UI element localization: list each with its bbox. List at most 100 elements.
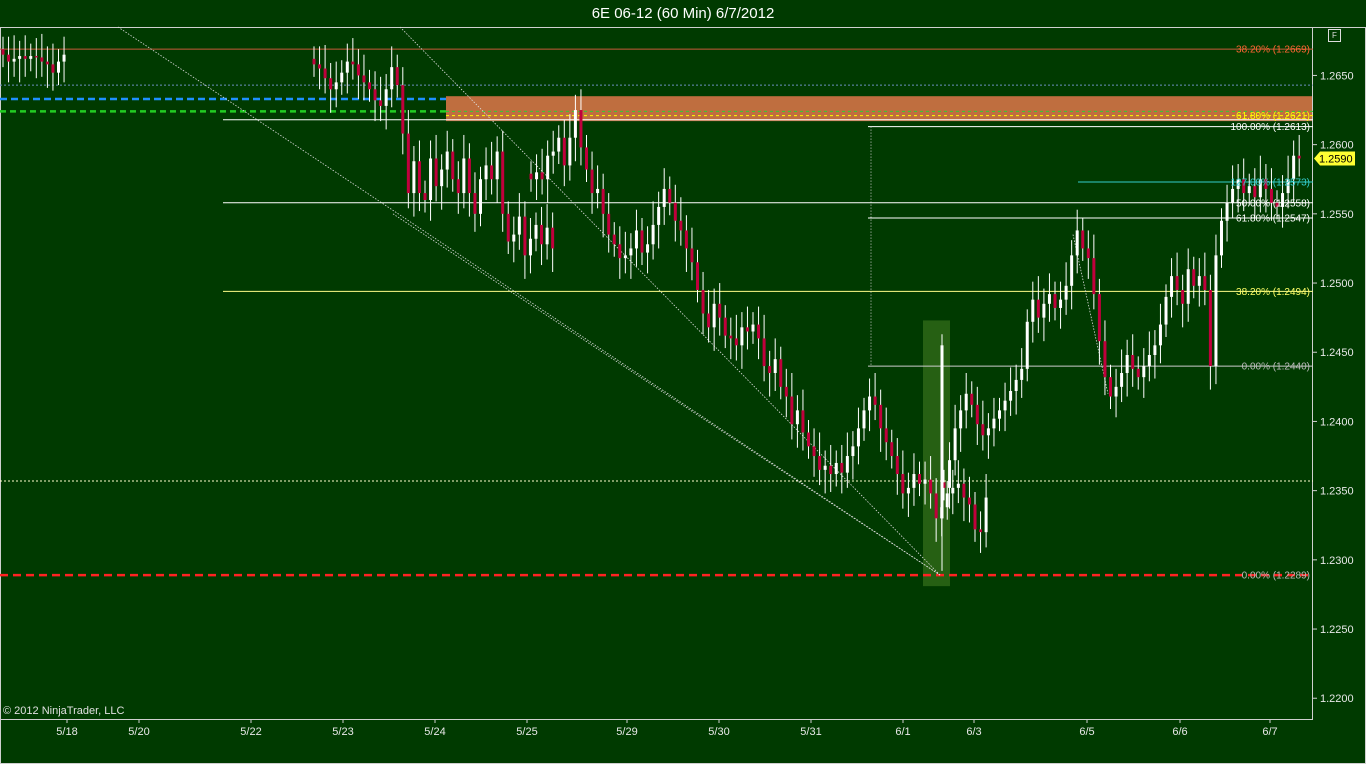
candle-body xyxy=(918,474,921,484)
candle xyxy=(368,69,371,102)
candle-body xyxy=(473,193,477,214)
candle xyxy=(981,400,985,451)
candle-body xyxy=(1170,276,1174,297)
candle-body xyxy=(362,75,366,83)
candle xyxy=(1220,208,1223,268)
candle-body xyxy=(929,479,933,494)
x-tick-label: 5/20 xyxy=(128,726,149,738)
candle xyxy=(657,191,661,249)
candle-body xyxy=(1147,355,1151,367)
candle-body xyxy=(607,213,611,235)
candle xyxy=(634,209,638,267)
candle-body xyxy=(986,428,990,436)
candle xyxy=(707,289,711,343)
candle-body xyxy=(1064,285,1068,300)
candle xyxy=(51,43,55,91)
x-tick-label: 5/29 xyxy=(616,726,637,738)
candle xyxy=(795,395,799,448)
y-tick-label: 1.2200 xyxy=(1320,693,1354,705)
y-tick-label: 1.2450 xyxy=(1320,347,1354,359)
candle xyxy=(618,226,622,279)
candle-body xyxy=(970,393,974,405)
candle-body xyxy=(573,110,577,138)
candle-body xyxy=(998,410,1001,419)
candle xyxy=(840,444,844,494)
candle xyxy=(1053,281,1057,321)
candle xyxy=(546,140,550,203)
candle-body xyxy=(634,230,638,249)
candle-body xyxy=(640,230,644,253)
candle-body xyxy=(684,230,688,249)
candle xyxy=(1075,209,1079,274)
candle xyxy=(479,166,482,227)
candle-body xyxy=(1175,276,1179,290)
candle-body xyxy=(568,137,572,166)
candle xyxy=(329,62,333,113)
candle xyxy=(551,130,555,174)
candle xyxy=(773,338,777,391)
candle xyxy=(723,305,727,349)
candle xyxy=(40,33,44,77)
candle xyxy=(973,492,977,542)
fib-label: 100.00% (1.2613) xyxy=(1230,122,1310,133)
x-tick-label: 5/22 xyxy=(240,726,261,738)
candle xyxy=(1181,274,1185,328)
x-tick-label: 6/7 xyxy=(1262,726,1277,738)
candle xyxy=(762,314,766,382)
candle xyxy=(429,140,433,221)
candle xyxy=(970,381,974,418)
candle-body xyxy=(23,56,27,59)
candle-body xyxy=(948,460,952,488)
candle xyxy=(1197,258,1201,307)
candle xyxy=(998,397,1001,432)
candle xyxy=(1003,382,1007,432)
candle-body xyxy=(981,424,985,436)
candle xyxy=(1070,240,1074,310)
candle xyxy=(1192,256,1196,299)
candle-body xyxy=(879,404,883,429)
candle-body xyxy=(412,161,416,194)
candle-body xyxy=(712,303,716,328)
candle-body xyxy=(1131,355,1135,369)
candle-body xyxy=(1,49,5,55)
candle xyxy=(1036,276,1040,333)
candle-body xyxy=(535,172,539,180)
candle-body xyxy=(662,188,666,207)
candle-body xyxy=(1220,220,1223,256)
candle-body xyxy=(467,158,471,194)
fib-label: 50.00% (1.2558) xyxy=(1236,198,1310,209)
candle xyxy=(45,46,49,88)
candle-body xyxy=(529,173,533,180)
candle-body xyxy=(495,151,499,180)
y-tick-label: 1.2650 xyxy=(1320,70,1354,82)
candle-body xyxy=(673,202,677,221)
candle-body xyxy=(440,169,444,187)
last-price-label: 1.2590 xyxy=(1319,153,1353,165)
candle-body xyxy=(1192,269,1196,286)
y-tick-label: 1.2300 xyxy=(1320,555,1354,567)
candle-body xyxy=(384,89,388,106)
candle xyxy=(384,74,388,130)
candle xyxy=(768,350,772,397)
candle xyxy=(501,130,505,232)
candle xyxy=(679,197,683,246)
candle-body xyxy=(762,338,766,367)
candle xyxy=(1059,281,1063,329)
candle-body xyxy=(657,206,661,225)
candle-body xyxy=(818,456,822,470)
candle xyxy=(1125,339,1129,397)
candle xyxy=(601,173,605,238)
x-tick-label: 6/5 xyxy=(1079,726,1094,738)
candle-body xyxy=(1092,258,1096,295)
candle xyxy=(401,67,405,155)
candle-body xyxy=(18,56,22,59)
candle xyxy=(984,474,988,548)
fib-label: 38.20% (1.2669) xyxy=(1236,45,1310,56)
candle xyxy=(1031,281,1035,343)
candle xyxy=(551,212,555,272)
candle-body xyxy=(345,61,349,73)
candle xyxy=(535,154,539,200)
candle-body xyxy=(557,137,561,152)
candle xyxy=(684,215,688,272)
y-tick-label: 1.2400 xyxy=(1320,416,1354,428)
